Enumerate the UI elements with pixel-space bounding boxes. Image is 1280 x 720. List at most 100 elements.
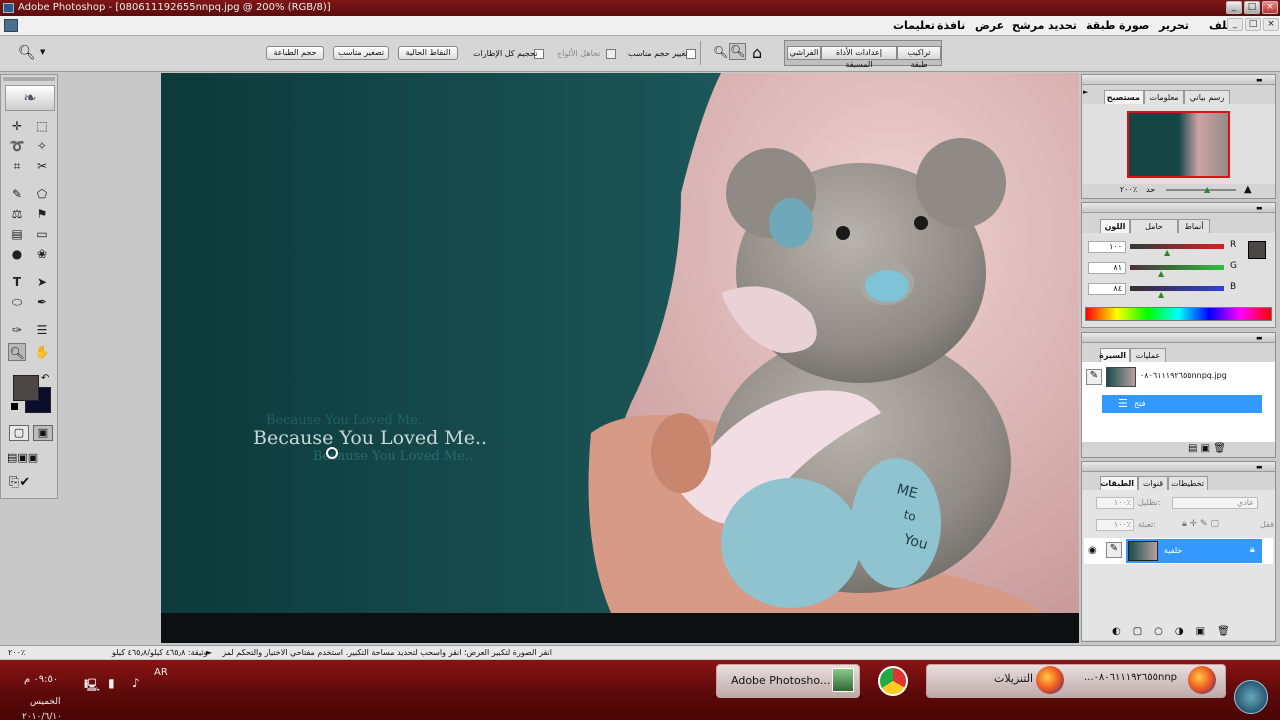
minimize-button[interactable]: _ xyxy=(1226,1,1242,14)
layer-name[interactable]: خلفية xyxy=(1164,546,1182,555)
actual-pixels-button[interactable]: النقاط الحالية xyxy=(398,46,458,60)
r-value-field[interactable]: ١٠٠ xyxy=(1088,241,1126,253)
blend-mode-select[interactable]: عادي xyxy=(1172,497,1258,509)
panel-minimize-icon[interactable]: ▬ xyxy=(1256,334,1263,342)
b-slider[interactable] xyxy=(1130,286,1224,291)
menu-edit[interactable]: تحرير xyxy=(1159,19,1189,32)
marquee-tool-icon[interactable]: ⬚ xyxy=(33,117,51,135)
panel-minimize-icon[interactable]: ▬ xyxy=(1256,463,1263,471)
navigator-thumbnail[interactable] xyxy=(1127,111,1230,178)
healing-tool-icon[interactable]: ⬠ xyxy=(33,185,51,203)
g-value-field[interactable]: ٨١ xyxy=(1088,262,1126,274)
shape-tool-icon[interactable]: ⬭ xyxy=(8,293,26,311)
firefox-icon[interactable] xyxy=(1188,666,1216,694)
panel-minimize-icon[interactable]: ▬ xyxy=(1256,76,1263,84)
firefox-icon-2[interactable] xyxy=(1036,666,1064,694)
menu-help[interactable]: تعليمات xyxy=(893,19,935,32)
navigator-zoom-slider[interactable] xyxy=(1166,189,1236,191)
doc-restore-button[interactable]: □ xyxy=(1245,18,1261,31)
lasso-tool-icon[interactable]: ➰ xyxy=(8,137,26,155)
g-slider[interactable] xyxy=(1130,265,1224,270)
tab-paths[interactable]: تخطيطات xyxy=(1168,476,1208,490)
fit-on-screen-button[interactable]: تصغير مناسب xyxy=(333,46,389,60)
tab-channels[interactable]: قنوات xyxy=(1138,476,1168,490)
language-indicator[interactable]: AR xyxy=(154,667,168,678)
crop-tool-icon[interactable]: ⌗ xyxy=(8,157,26,175)
snapshot-name[interactable]: ٠٨٠٦١١١٩٢٦٥٥nnpq.jpg xyxy=(1140,371,1227,380)
zoom-in-mountain-icon[interactable]: ▲ xyxy=(1244,184,1252,195)
lock-icons[interactable]: 🔒︎ ✛ ✎ ▢ xyxy=(1182,519,1219,529)
tab-brushes[interactable]: الفراشي xyxy=(787,46,821,60)
g-thumb-icon[interactable]: ▲ xyxy=(1158,269,1164,278)
blur-tool-icon[interactable]: ● xyxy=(8,245,26,263)
ignore-palettes-checkbox[interactable] xyxy=(606,49,616,59)
layers-footer-icons[interactable]: ◐▢○◑▣🗑︎ xyxy=(1112,626,1242,637)
status-menu-icon[interactable]: ► xyxy=(206,646,212,659)
zoom-tool-active-icon[interactable]: 🔍︎ xyxy=(8,343,26,361)
maximize-button[interactable]: □ xyxy=(1244,1,1260,14)
doc-close-button[interactable]: × xyxy=(1263,18,1279,31)
menu-layer[interactable]: طبقة xyxy=(1086,19,1115,32)
jump-to-imageready-icon[interactable]: ⎘✔ xyxy=(9,475,30,490)
layers-header[interactable] xyxy=(1082,462,1275,472)
standard-mode-icon[interactable]: ▢ xyxy=(9,425,29,441)
magic-wand-tool-icon[interactable]: ✧ xyxy=(33,137,51,155)
default-colors-icon[interactable] xyxy=(11,403,18,410)
taskbar-file-label[interactable]: ...٠٨٠٦١١١٩٢٦٥٥nnp xyxy=(1084,672,1177,683)
color-header[interactable] xyxy=(1082,203,1275,213)
panel-menu-icon[interactable]: ► xyxy=(1083,88,1088,96)
quick-mask-icon[interactable]: ▣ xyxy=(33,425,53,441)
menu-select[interactable]: تحديد xyxy=(1048,19,1077,32)
menu-image[interactable]: صورة xyxy=(1119,19,1149,32)
taskbar-downloads-label[interactable]: التنزيلات xyxy=(994,672,1033,685)
clock-time[interactable]: ٠٩:٥٠ م xyxy=(24,674,58,685)
panel-minimize-icon[interactable]: ▬ xyxy=(1256,204,1263,212)
eyedropper-tool-icon[interactable]: ✑ xyxy=(8,321,26,339)
tab-swatches[interactable]: حامل الألوان xyxy=(1130,219,1178,244)
history-header[interactable] xyxy=(1082,333,1275,343)
palette-well-icon[interactable]: ⌂ xyxy=(752,43,762,62)
slider-thumb-icon[interactable]: ▲ xyxy=(1204,185,1210,194)
tab-tool-presets[interactable]: إعدادات الأداة المسبقة xyxy=(821,46,897,69)
menu-filter[interactable]: مرشح xyxy=(1012,19,1044,32)
opacity-field[interactable]: ١٠٠٪ xyxy=(1096,497,1134,509)
navigator-header[interactable] xyxy=(1082,75,1275,85)
visibility-eye-icon[interactable]: ◉ xyxy=(1088,545,1097,556)
clone-stamp-tool-icon[interactable]: ⚖ xyxy=(8,205,26,223)
notes-tool-icon[interactable]: ☰ xyxy=(33,321,51,339)
r-thumb-icon[interactable]: ▲ xyxy=(1164,248,1170,257)
color-ramp[interactable] xyxy=(1085,307,1272,321)
brush-tool-icon[interactable]: ✎ xyxy=(8,185,26,203)
b-thumb-icon[interactable]: ▲ xyxy=(1158,290,1164,299)
tab-layer-comps[interactable]: تراكيب طبقة xyxy=(897,46,941,69)
brush-source-icon[interactable]: ✎ xyxy=(1086,369,1102,385)
zoom-out-icon[interactable]: 🔍︎ xyxy=(713,45,728,59)
fill-field[interactable]: ١٠٠٪ xyxy=(1096,519,1134,531)
tab-color[interactable]: اللون xyxy=(1100,219,1130,233)
feather-logo-icon[interactable]: ❧ xyxy=(5,85,55,111)
print-size-button[interactable]: حجم الطباعة xyxy=(266,46,324,60)
layer-brush-icon[interactable]: ✎ xyxy=(1106,542,1122,558)
path-select-tool-icon[interactable]: ➤ xyxy=(33,273,51,291)
hand-tool-icon[interactable]: ✋ xyxy=(33,343,51,361)
close-button[interactable]: × xyxy=(1262,1,1278,14)
tools-grip[interactable] xyxy=(3,77,55,81)
battery-icon[interactable]: ▮ xyxy=(108,676,115,690)
swap-colors-icon[interactable]: ↶ xyxy=(41,373,49,384)
zoom-in-icon[interactable]: 🔍︎ xyxy=(729,43,746,60)
move-tool-icon[interactable]: ✛ xyxy=(8,117,26,135)
eraser-tool-icon[interactable]: ▭ xyxy=(33,225,51,243)
r-slider[interactable] xyxy=(1130,244,1224,249)
slice-tool-icon[interactable]: ✂ xyxy=(33,157,51,175)
chrome-icon[interactable] xyxy=(878,666,908,696)
network-icon[interactable]: 🖳︎ xyxy=(84,676,100,697)
history-brush-tool-icon[interactable]: ⚑ xyxy=(33,205,51,223)
b-value-field[interactable]: ٨٤ xyxy=(1088,283,1126,295)
tab-info[interactable]: معلومات xyxy=(1144,90,1184,104)
menu-view[interactable]: عرض xyxy=(975,19,1004,32)
navigator-zoom-value[interactable]: ٢٠٠٪ xyxy=(1120,185,1137,194)
tab-actions[interactable]: عمليات xyxy=(1130,348,1166,362)
tool-preset-dropdown-icon[interactable]: ▼ xyxy=(40,48,45,56)
tab-layers[interactable]: الطبقات xyxy=(1100,476,1138,490)
paint-bucket-tool-icon[interactable]: ▤ xyxy=(8,225,26,243)
